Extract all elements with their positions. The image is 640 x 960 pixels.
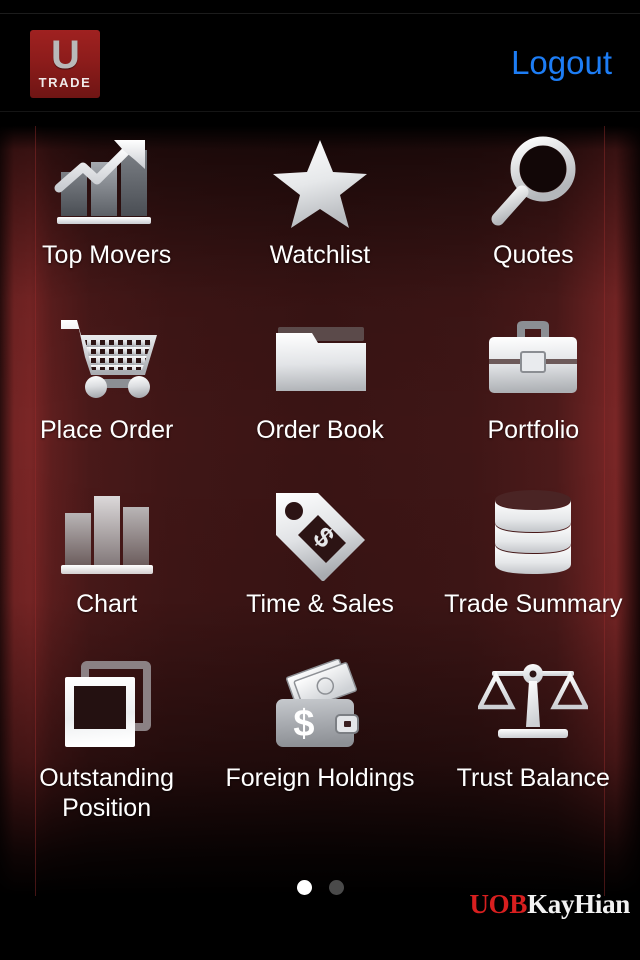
menu-row: Outstanding Position $ Foreign Holdings … [0,657,640,823]
bar-chart-icon [57,483,157,583]
magnifier-icon [484,134,582,234]
menu-item-label: Foreign Holdings [225,764,415,792]
app-header: U TRADE Logout [0,0,640,126]
menu-item-label: Order Book [256,416,384,444]
menu-item-label: Quotes [493,241,574,269]
stacked-cards-icon [57,657,157,757]
utrade-logo[interactable]: U TRADE [30,30,100,98]
star-icon [270,134,370,234]
database-stack-icon [485,483,581,583]
uob-kayhian-logo: UOBKayHian [469,889,630,919]
menu-item-place-order[interactable]: Place Order [0,309,213,445]
page-dot-1[interactable] [296,880,312,895]
folder-icon [268,309,372,409]
menu-item-label: Watchlist [269,241,371,269]
menu-item-outstanding-position[interactable]: Outstanding Position [0,657,213,823]
balance-scale-icon [478,657,589,757]
price-tag-dollar-icon: $ [268,483,372,583]
shopping-cart-icon [53,309,161,409]
bar-chart-arrow-up-icon [53,134,161,234]
menu-item-trust-balance[interactable]: Trust Balance [427,657,640,823]
menu-item-label: Time & Sales [246,590,394,618]
uob-kayhian-logo-kayhian: KayHian [527,889,630,919]
menu-row: Chart $ Time & Sales Trade Summary [0,483,640,619]
menu-item-trade-summary[interactable]: Trade Summary [427,483,640,619]
menu-item-label: Top Movers [42,241,172,269]
menu-item-quotes[interactable]: Quotes [427,134,640,270]
utrade-logo-wordmark: TRADE [38,75,92,90]
menu-item-top-movers[interactable]: Top Movers [0,134,213,270]
svg-text:$: $ [293,703,314,745]
header-divider-top [0,13,640,14]
menu-item-order-book[interactable]: Order Book [213,309,426,445]
menu-item-label: Portfolio [487,416,580,444]
page-dot-2[interactable] [328,880,344,895]
menu-row: Top Movers Watchlist Quotes [0,134,640,270]
menu-item-chart[interactable]: Chart [0,483,213,619]
menu-item-time-and-sales[interactable]: $ Time & Sales [213,483,426,619]
briefcase-icon [481,309,585,409]
menu-item-foreign-holdings[interactable]: $ Foreign Holdings [213,657,426,823]
menu-item-label: Outstanding Position [39,764,175,822]
menu-item-label: Place Order [39,416,174,444]
menu-grid: Top Movers Watchlist Quotes Place Order … [0,126,640,856]
header-divider-bottom [0,111,640,112]
menu-item-portfolio[interactable]: Portfolio [427,309,640,445]
app-screen: U TRADE Logout Top Movers Watchlist Quot… [0,0,640,960]
utrade-logo-mark: U [51,33,80,77]
menu-item-label: Chart [76,590,138,618]
menu-item-label: Trade Summary [444,590,623,618]
logout-button[interactable]: Logout [511,44,612,82]
uob-kayhian-logo-uob: UOB [469,889,528,919]
menu-item-label: Trust Balance [456,764,610,792]
menu-row: Place Order Order Book Portfolio [0,309,640,445]
wallet-dollar-icon: $ [268,657,372,757]
menu-item-watchlist[interactable]: Watchlist [213,134,426,270]
